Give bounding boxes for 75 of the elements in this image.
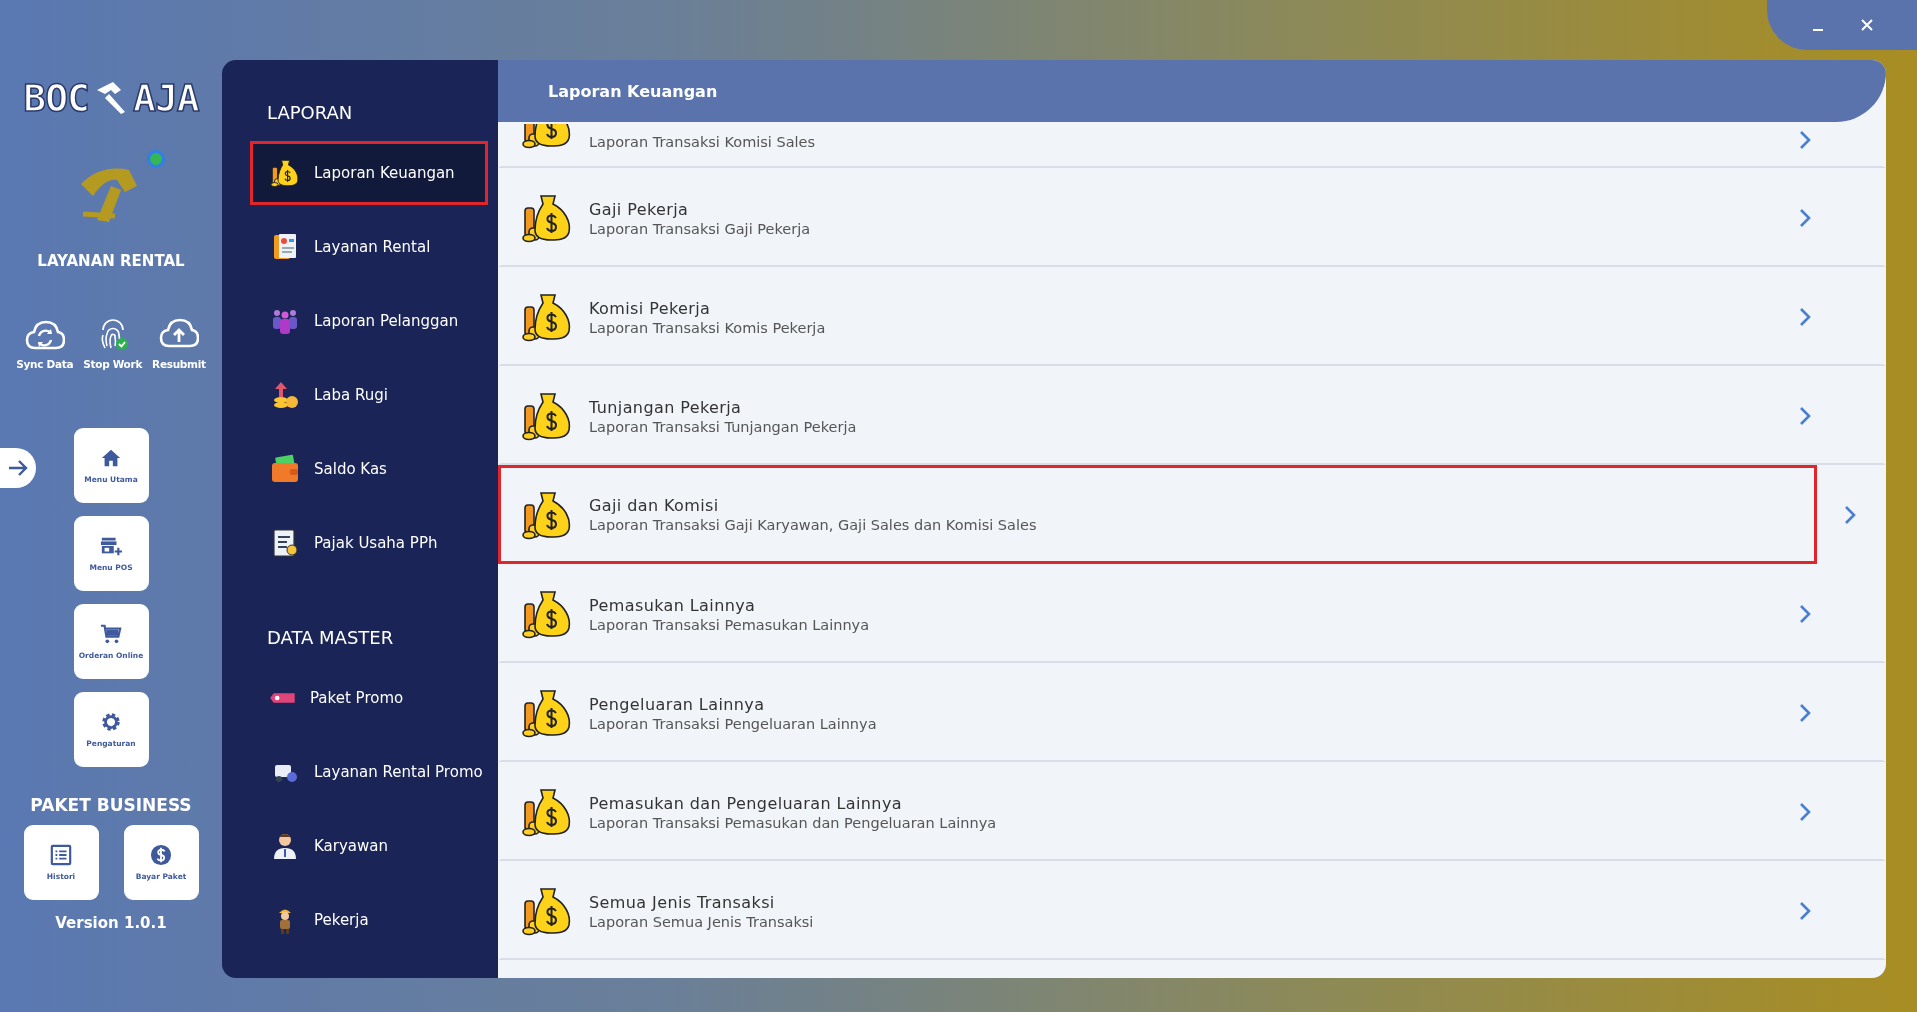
row-title: Pemasukan dan Pengeluaran Lainnya (589, 793, 903, 813)
app-title: LAYANAN RENTAL (37, 252, 185, 270)
sidebar-item[interactable]: Paket Promo (250, 666, 488, 730)
chevron-right-icon (1799, 130, 1811, 150)
package-title: PAKET BUSINESS (30, 795, 192, 815)
row-subtitle: Laporan Transaksi Pengeluaran Lainnya (589, 715, 878, 732)
expand-button[interactable] (0, 448, 36, 488)
row-title: Gaji dan Komisi (589, 496, 720, 515)
chevron-right-icon (1799, 406, 1811, 426)
chevron-right-icon (1799, 604, 1811, 624)
chevron-right-icon (1799, 703, 1811, 723)
money-bag-icon (521, 390, 573, 442)
row-title: Tunjangan Pekerja (589, 397, 743, 417)
quick-action-button[interactable]: Sync Data (16, 318, 74, 370)
sidebar-item[interactable]: Laba Rugi (250, 363, 488, 427)
sidebar-item[interactable]: Laporan Keuangan (250, 141, 488, 205)
close-icon[interactable] (1859, 18, 1874, 32)
tag-icon (270, 691, 296, 705)
row-subtitle: Laporan Transaksi Pemasukan dan Pengeluaran Lainnya (589, 814, 998, 831)
row-subtitle: Laporan Transaksi Gaji Karyawan, Gaji Sales dan Komisi Sales (589, 517, 1038, 533)
section-title: DATA MASTER (266, 627, 395, 648)
money-bag-icon (270, 158, 300, 188)
chevron-right-icon (1799, 307, 1811, 327)
chevron-right-icon (1799, 901, 1811, 921)
sidebar-item[interactable]: Saldo Kas (250, 437, 488, 501)
money-bag-icon (521, 588, 573, 640)
row-subtitle: Laporan Transaksi Komisi Sales (589, 134, 817, 150)
sidebar-item[interactable]: Karyawan (250, 814, 488, 878)
row-title: Pengeluaran Lainnya (589, 694, 766, 714)
row-title: Gaji Pekerja (589, 199, 690, 219)
store-plus-icon (100, 535, 122, 557)
money-bag-icon (521, 885, 573, 937)
cloud-sync-icon (24, 318, 65, 352)
quick-action-button[interactable]: Resubmit (152, 318, 206, 370)
tax-document-icon (270, 528, 300, 558)
sidebar-item[interactable]: Layanan Rental (250, 215, 488, 279)
report-row[interactable]: Gaji Pekerja Laporan Transaksi Gaji Pekerja (498, 168, 1886, 267)
report-row[interactable]: Komisi Pekerja Laporan Transaksi Komis Pekerja (498, 267, 1886, 366)
row-subtitle: Laporan Transaksi Pemasukan Lainnya (589, 616, 871, 633)
list-icon (50, 844, 72, 866)
version-label: Version 1.0.1 (55, 914, 167, 932)
money-bag-icon (521, 687, 573, 739)
section-title: LAPORAN (266, 102, 354, 123)
report-row[interactable]: Semua Jenis Transaksi Laporan Semua Jenis Transaksi (498, 861, 1886, 960)
sidebar-item[interactable]: Layanan Rental Promo (250, 740, 488, 804)
logo-text: BOC (23, 79, 89, 117)
row-subtitle: Laporan Transaksi Gaji Pekerja (589, 220, 812, 237)
chevron-right-icon (1844, 504, 1856, 525)
chevron-right-icon (1799, 802, 1811, 822)
quick-action-button[interactable]: Stop Work (83, 318, 143, 370)
settings-icon (100, 711, 122, 733)
row-subtitle: Laporan Semua Jenis Transaksi (589, 913, 815, 930)
wallet-icon (270, 454, 300, 484)
home-icon (100, 447, 122, 469)
report-row[interactable]: Laporan Transaksi Komisi Sales (498, 122, 1886, 168)
row-subtitle: Laporan Transaksi Tunjangan Pekerja (589, 418, 858, 435)
report-row[interactable]: Pengeluaran Lainnya Laporan Transaksi Pengeluaran Lainnya (498, 663, 1886, 762)
row-title: Pemasukan Lainnya (589, 595, 757, 615)
report-row[interactable]: Pemasukan Lainnya Laporan Transaksi Pemasukan Lainnya (498, 564, 1886, 663)
sidebar-item[interactable]: Laporan Pelanggan (250, 289, 488, 353)
chevron-right-icon (1799, 208, 1811, 228)
sidebar-item[interactable]: Pajak Usaha PPh (250, 511, 488, 575)
dollar-icon (150, 844, 172, 866)
row-title: Semua Jenis Transaksi (589, 892, 776, 912)
report-row[interactable]: Tunjangan Pekerja Laporan Transaksi Tunjangan Pekerja (498, 366, 1886, 465)
money-bag-icon (521, 786, 573, 838)
row-subtitle: Laporan Transaksi Komis Pekerja (589, 319, 827, 336)
cart-icon (100, 623, 122, 645)
logo-text: AJA (133, 79, 199, 117)
page-title: Laporan Keuangan (548, 81, 718, 101)
money-bag-icon (521, 291, 573, 343)
sidebar-item[interactable]: Pekerja (250, 888, 488, 952)
money-bag-icon (521, 192, 573, 244)
report-row[interactable]: Pemasukan dan Pengeluaran Lainnya Laporan Transaksi Pemasukan dan Pengeluaran Lainnya (498, 762, 1886, 861)
row-title: Komisi Pekerja (589, 298, 712, 318)
